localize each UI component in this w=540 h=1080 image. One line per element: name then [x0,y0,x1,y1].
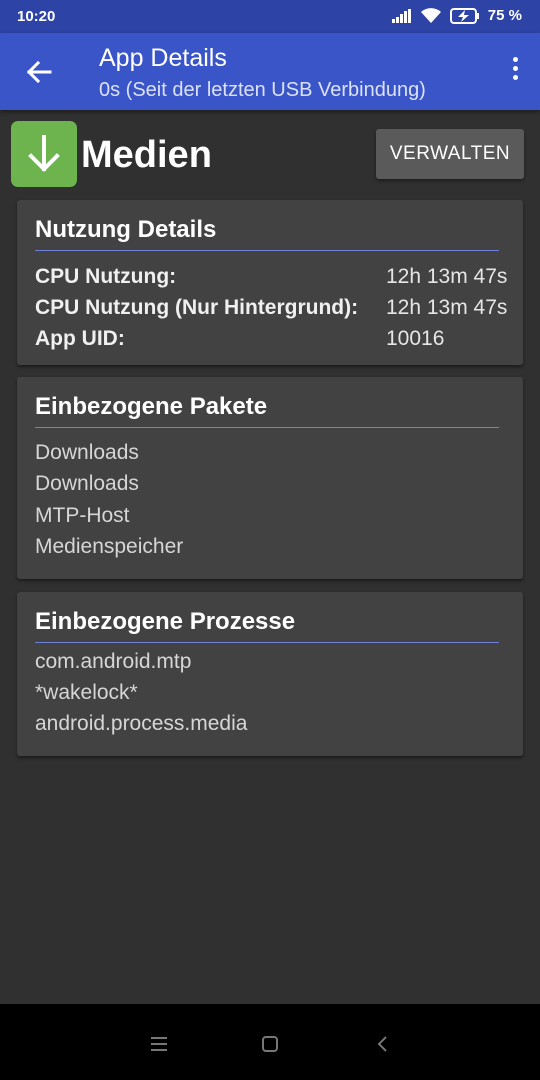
processes-card: Einbezogene Prozesse com.android.mtp *wa… [17,592,523,756]
package-item: Downloads [35,472,139,495]
menu-icon[interactable] [149,1034,169,1054]
page-subtitle: 0s (Seit der letzten USB Verbindung) [99,79,426,101]
section-divider [35,427,499,428]
usage-details-card: Nutzung Details CPU Nutzung: 12h 13m 47s… [17,200,523,365]
status-bar: 10:20 75 % [0,0,540,33]
status-icons: 75 % [391,7,522,24]
cpu-background-label: CPU Nutzung (Nur Hintergrund): [35,296,359,319]
cpu-background-value: 12h 13m 47s [386,296,508,319]
app-icon-download [11,121,77,187]
download-arrow-icon [28,135,60,172]
status-time: 10:20 [17,8,56,25]
overflow-menu-icon[interactable] [508,57,522,87]
app-name: Medien [81,134,212,176]
manage-button[interactable]: VERWALTEN [376,129,524,179]
home-icon[interactable] [260,1034,280,1054]
app-uid-row: App UID: [35,327,125,351]
back-arrow-icon[interactable] [22,55,56,89]
usage-details-title: Nutzung Details [35,216,217,243]
process-item: android.process.media [35,712,248,735]
package-item: Medienspeicher [35,535,184,558]
battery-charging-icon [449,7,480,24]
cpu-usage-value: 12h 13m 47s [386,265,508,288]
cpu-usage-row: CPU Nutzung: [35,265,176,289]
packages-title: Einbezogene Pakete [35,393,268,420]
process-item: com.android.mtp [35,650,192,673]
packages-card: Einbezogene Pakete Downloads Downloads M… [17,377,523,579]
battery-level: 75 % [487,7,522,24]
app-bar: App Details 0s (Seit der letzten USB Ver… [0,33,540,110]
package-item: Downloads [35,441,139,464]
section-divider [35,642,499,643]
back-icon[interactable] [373,1034,393,1054]
app-uid-label: App UID: [35,327,125,350]
process-item: *wakelock* [35,681,138,704]
section-divider [35,250,499,251]
app-uid-value: 10016 [386,327,445,350]
package-item: MTP-Host [35,504,130,527]
signal-icon [391,8,412,23]
cpu-background-row: CPU Nutzung (Nur Hintergrund): [35,296,358,320]
processes-title: Einbezogene Prozesse [35,608,296,635]
page-title: App Details [99,44,227,72]
wifi-icon [420,7,442,24]
system-navigation-bar [0,1004,540,1080]
cpu-usage-label: CPU Nutzung: [35,265,177,288]
